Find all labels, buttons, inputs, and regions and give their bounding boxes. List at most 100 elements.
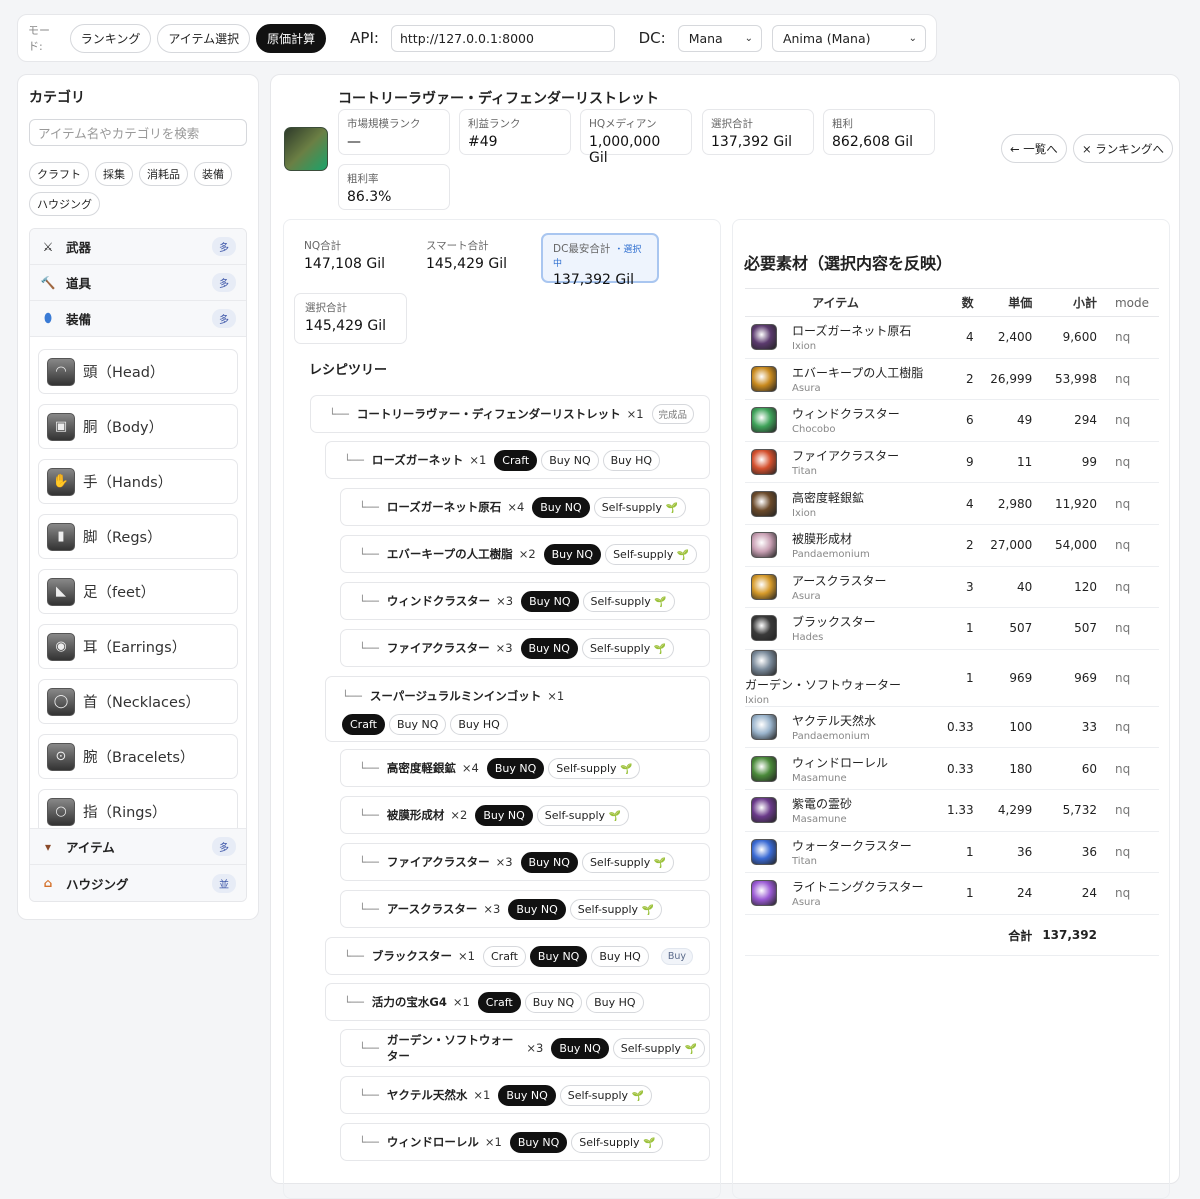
- dc-select[interactable]: Mana ⌄: [677, 24, 762, 52]
- chip-gather[interactable]: 採集: [95, 162, 133, 186]
- category-weapons[interactable]: ⚔ 武器 多: [30, 229, 246, 265]
- buy-hq-button[interactable]: Buy HQ: [591, 945, 649, 967]
- total-smart[interactable]: スマート合計 145,429 Gil: [416, 232, 517, 278]
- buy-nq-button[interactable]: Buy NQ: [532, 496, 590, 518]
- self-supply-button[interactable]: Self-supply 🌱: [581, 851, 675, 873]
- buy-nq-button[interactable]: Buy NQ: [486, 757, 545, 779]
- material-icon: [751, 532, 777, 559]
- back-to-list-button[interactable]: ← 一覧へ: [1001, 134, 1067, 163]
- self-supply-button[interactable]: Self-supply 🌱: [536, 804, 629, 826]
- buy-nq-button[interactable]: Buy NQ: [529, 945, 588, 967]
- self-supply-button[interactable]: Self-supply 🌱: [569, 898, 662, 920]
- self-supply-button[interactable]: Self-supply 🌱: [548, 757, 641, 779]
- table-row: 被膜形成材 Pandaemonium 2 27,000 54,000 nq: [745, 524, 1159, 567]
- total-dc-cheapest[interactable]: DC最安合計 ・選択中 137,392 Gil: [541, 233, 659, 288]
- material-qty: 1: [936, 831, 984, 874]
- material-price: 49: [983, 399, 1043, 442]
- craft-button[interactable]: Craft: [482, 945, 526, 967]
- buy-nq-button[interactable]: Buy NQ: [543, 543, 602, 565]
- buy-nq-button[interactable]: Buy NQ: [541, 449, 599, 471]
- material-price: 969: [983, 649, 1043, 707]
- back-to-ranking-button[interactable]: × ランキングへ: [1073, 134, 1173, 163]
- node-name: ブラックスター: [371, 949, 453, 963]
- buy-nq-button[interactable]: Buy NQ: [520, 637, 578, 659]
- stat-label: 粗利率: [347, 173, 379, 185]
- material-world: Pandaemonium: [792, 731, 870, 743]
- category-items[interactable]: ▾ アイテム 多: [30, 829, 246, 865]
- count-badge: 多: [212, 273, 236, 292]
- craft-button[interactable]: Craft: [477, 991, 521, 1013]
- chip-housing[interactable]: ハウジング: [29, 192, 100, 216]
- chip-consumable[interactable]: 消耗品: [139, 162, 188, 186]
- buy-nq-button[interactable]: Buy NQ: [508, 898, 566, 920]
- subcategory-rings[interactable]: ○ 指（Rings）: [38, 789, 238, 828]
- self-supply-label: Self-supply: [544, 808, 606, 822]
- subcategory-feet[interactable]: ◣ 足（feet）: [38, 569, 238, 614]
- material-mode: nq: [1106, 316, 1159, 359]
- buy-nq-button[interactable]: Buy NQ: [388, 713, 447, 735]
- buy-nq-button[interactable]: Buy NQ: [520, 851, 578, 873]
- buy-hq-button[interactable]: Buy HQ: [450, 713, 508, 735]
- subcategory-necklaces[interactable]: ◯ 首（Necklaces）: [38, 679, 238, 724]
- tree-branch: └──: [359, 641, 379, 655]
- total-label: スマート合計: [426, 240, 489, 252]
- world-select[interactable]: Anima (Mana) ⌄: [771, 24, 926, 52]
- total-selected[interactable]: 選択合計 145,429 Gil: [294, 293, 407, 344]
- subcategory-hands[interactable]: ✋ 手（Hands）: [38, 459, 238, 504]
- category-search-input[interactable]: アイテム名やカテゴリを検索: [29, 119, 247, 146]
- self-supply-button[interactable]: Self-supply 🌱: [593, 496, 686, 518]
- buy-nq-button[interactable]: Buy NQ: [498, 1084, 556, 1106]
- buy-hq-button[interactable]: Buy HQ: [602, 449, 661, 471]
- buy-hq-button[interactable]: Buy HQ: [586, 991, 644, 1013]
- subcategory-legs[interactable]: ▮ 脚（Regs）: [38, 514, 238, 559]
- category-tools[interactable]: 🔨 道具 多: [30, 265, 246, 301]
- material-name: ウィンドローレル: [792, 755, 889, 770]
- node-name: 被膜形成材: [386, 808, 445, 822]
- buy-nq-button[interactable]: Buy NQ: [524, 991, 583, 1013]
- subcategory-head[interactable]: ◠ 頭（Head）: [38, 349, 238, 394]
- material-subtotal: 969: [1042, 649, 1107, 707]
- mode-cost-calc-button[interactable]: 原価計算: [256, 23, 327, 53]
- node-qty: ×1: [547, 689, 565, 703]
- material-mode: nq: [1106, 524, 1159, 567]
- self-supply-button[interactable]: Self-supply 🌱: [581, 637, 675, 659]
- tree-branch: └──: [344, 995, 364, 1009]
- self-supply-button[interactable]: Self-supply 🌱: [559, 1084, 652, 1106]
- api-input[interactable]: http://127.0.0.1:8000: [390, 24, 615, 52]
- category-housing[interactable]: ⌂ ハウジング 並: [30, 865, 246, 901]
- node-qty: ×3: [496, 594, 514, 608]
- sprout-icon: 🌱: [684, 1043, 697, 1055]
- self-supply-button[interactable]: Self-supply 🌱: [605, 543, 698, 565]
- buy-nq-button[interactable]: Buy NQ: [475, 804, 533, 826]
- subcategory-bracelets[interactable]: ⊙ 腕（Bracelets）: [38, 734, 238, 779]
- material-icon: [751, 755, 777, 782]
- self-supply-button[interactable]: Self-supply 🌱: [571, 1131, 664, 1153]
- tree-branch: └──: [359, 547, 379, 561]
- self-supply-button[interactable]: Self-supply 🌱: [582, 590, 675, 612]
- material-icon: [751, 880, 777, 907]
- category-equipment[interactable]: ⬮ 装備 多: [30, 301, 246, 337]
- total-nq[interactable]: NQ合計 147,108 Gil: [294, 232, 395, 278]
- earring-icon: ◉: [47, 632, 75, 661]
- self-supply-label: Self-supply: [577, 902, 639, 916]
- material-cell: ガーデン・ソフトウォーター Ixion: [745, 649, 937, 707]
- tree-branch: └──: [359, 500, 379, 514]
- self-supply-button[interactable]: Self-supply 🌱: [612, 1037, 705, 1059]
- subcategory-body[interactable]: ▣ 胴（Body）: [38, 404, 238, 449]
- craft-button[interactable]: Craft: [342, 713, 385, 735]
- buy-nq-button[interactable]: Buy NQ: [551, 1037, 609, 1059]
- total-spacer: [1106, 914, 1159, 957]
- chip-equipment[interactable]: 装備: [194, 162, 232, 186]
- craft-button[interactable]: Craft: [494, 449, 538, 471]
- gloves-icon: ✋: [47, 467, 75, 496]
- material-cell: ウィンドローレル Masamune: [745, 747, 937, 790]
- bracelet-icon: ⊙: [47, 742, 75, 771]
- buy-nq-button[interactable]: Buy NQ: [521, 590, 579, 612]
- table-row: ウォータークラスター Titan 1 36 36 nq: [745, 831, 1159, 874]
- mode-item-select-button[interactable]: アイテム選択: [157, 23, 251, 53]
- chip-craft[interactable]: クラフト: [29, 162, 89, 186]
- buy-nq-button[interactable]: Buy NQ: [509, 1131, 568, 1153]
- mode-ranking-button[interactable]: ランキング: [69, 23, 152, 53]
- table-row: ウィンドクラスター Chocobo 6 49 294 nq: [745, 399, 1159, 442]
- subcategory-earrings[interactable]: ◉ 耳（Earrings）: [38, 624, 238, 669]
